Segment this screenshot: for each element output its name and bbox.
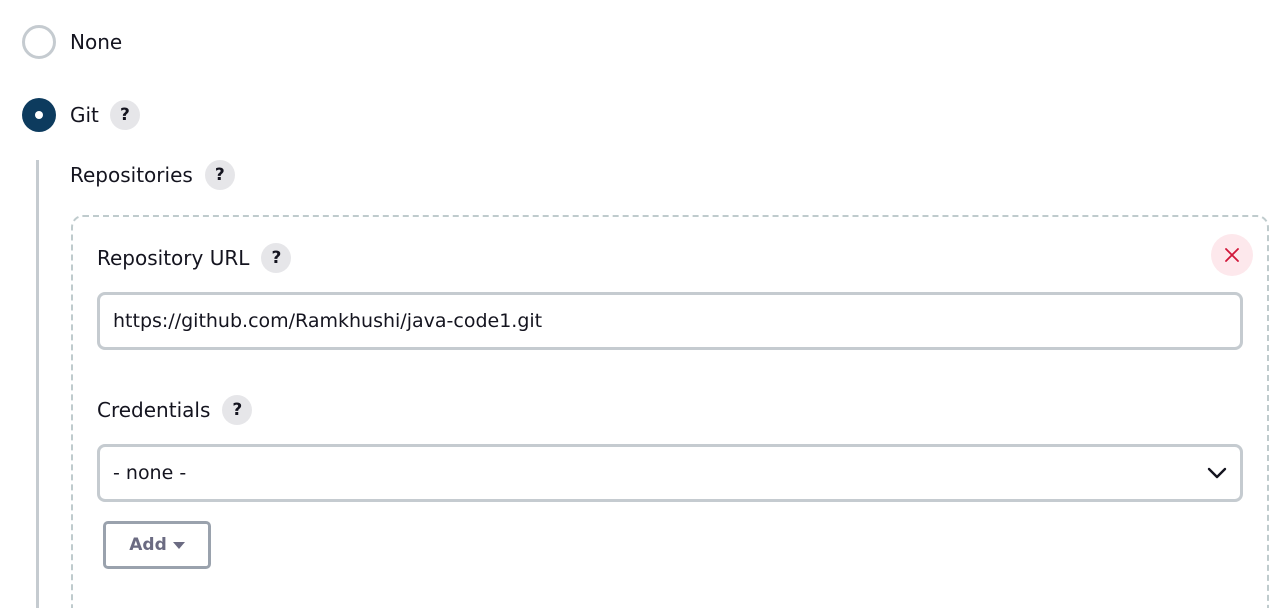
nested-section-bar [36, 160, 39, 608]
close-icon [1225, 248, 1239, 262]
git-help-icon[interactable]: ? [109, 100, 140, 130]
credentials-label: Credentials [97, 398, 211, 422]
delete-repository-button[interactable] [1211, 234, 1253, 276]
credentials-header: Credentials ? [97, 395, 253, 425]
scm-config-page: None Git ? Repositories ? Repository URL… [0, 0, 1275, 608]
credentials-select[interactable]: - none - [97, 444, 1243, 502]
credentials-help-icon[interactable]: ? [222, 395, 253, 425]
caret-down-icon [172, 541, 185, 549]
radio-none-label: None [70, 30, 123, 54]
add-button-label: Add [129, 535, 167, 555]
repository-url-input[interactable] [97, 292, 1243, 350]
radio-none[interactable] [22, 25, 56, 59]
scm-option-git[interactable]: Git ? [22, 98, 140, 132]
radio-git[interactable] [22, 98, 56, 132]
repositories-header: Repositories ? [70, 160, 235, 190]
repositories-label: Repositories [70, 163, 193, 187]
scm-option-none[interactable]: None [22, 25, 122, 59]
chevron-down-icon [1207, 467, 1227, 479]
repository-url-header: Repository URL ? [97, 243, 292, 273]
add-credentials-button[interactable]: Add [103, 521, 211, 569]
repository-url-help-icon[interactable]: ? [261, 243, 292, 273]
radio-git-label: Git [70, 103, 99, 127]
credentials-selected-value: - none - [113, 462, 187, 484]
repositories-help-icon[interactable]: ? [204, 160, 235, 190]
repository-url-label: Repository URL [97, 246, 250, 270]
